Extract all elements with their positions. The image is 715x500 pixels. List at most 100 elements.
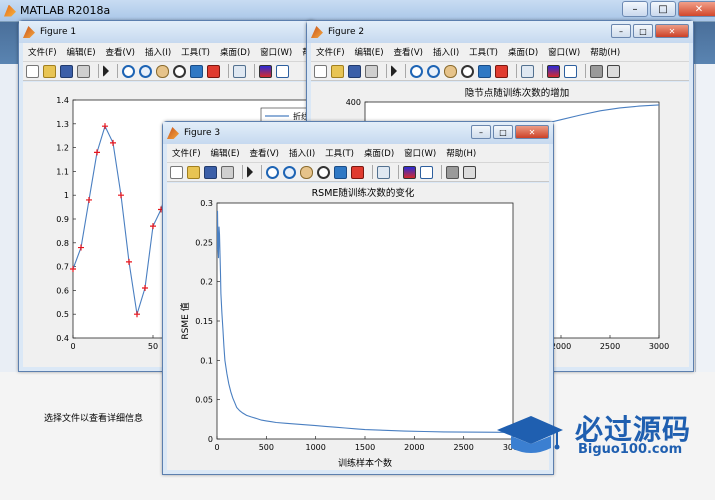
print-icon[interactable] — [221, 165, 234, 179]
watermark-subtext: Biguo100.com — [578, 442, 683, 457]
link-plot-icon[interactable] — [521, 64, 534, 78]
y-tick-label: 1.2 — [56, 144, 69, 153]
y-tick-label: 0.2 — [200, 278, 213, 287]
figure2-close-button[interactable]: ✕ — [655, 24, 689, 38]
menu-help[interactable]: 帮助(H) — [585, 46, 625, 58]
figure3-window-controls: – □ ✕ — [469, 125, 549, 139]
menu-insert[interactable]: 插入(I) — [428, 46, 464, 58]
menu-tools[interactable]: 工具(T) — [464, 46, 503, 58]
zoom-in-icon[interactable] — [410, 64, 423, 78]
save-icon[interactable] — [204, 165, 217, 179]
print-icon[interactable] — [77, 64, 90, 78]
new-figure-icon[interactable] — [170, 165, 183, 179]
matlab-maximize-button[interactable]: □ — [650, 1, 676, 17]
edit-plot-arrow-icon[interactable] — [391, 65, 397, 77]
figure1-toolbar — [23, 61, 311, 81]
figure2-menubar: 文件(F) 编辑(E) 查看(V) 插入(I) 工具(T) 桌面(D) 窗口(W… — [311, 43, 689, 61]
figure3-title: Figure 3 — [184, 128, 221, 138]
figure3-toolbar — [167, 162, 549, 182]
save-icon[interactable] — [348, 64, 361, 78]
menu-tools[interactable]: 工具(T) — [176, 46, 215, 58]
figure3-ylabel: RSME 值 — [179, 302, 191, 339]
x-tick-label: 1500 — [355, 443, 375, 452]
save-icon[interactable] — [60, 64, 73, 78]
brush-icon[interactable] — [495, 64, 508, 78]
zoom-in-icon[interactable] — [266, 165, 279, 179]
menu-file[interactable]: 文件(F) — [311, 46, 350, 58]
menu-edit[interactable]: 编辑(E) — [62, 46, 101, 58]
link-plot-icon[interactable] — [377, 165, 390, 179]
brush-icon[interactable] — [207, 64, 220, 78]
rotate-3d-icon[interactable] — [317, 165, 330, 179]
link-plot-icon[interactable] — [233, 64, 246, 78]
matlab-titlebar: MATLAB R2018a — [0, 0, 715, 22]
hide-plot-tools-icon[interactable] — [590, 64, 603, 78]
zoom-out-icon[interactable] — [283, 165, 296, 179]
figure3-minimize-button[interactable]: – — [471, 125, 491, 139]
edit-plot-arrow-icon[interactable] — [103, 65, 109, 77]
open-file-icon[interactable] — [187, 165, 200, 179]
menu-insert[interactable]: 插入(I) — [140, 46, 176, 58]
menu-edit[interactable]: 编辑(E) — [350, 46, 389, 58]
insert-colorbar-icon[interactable] — [259, 64, 272, 78]
figure3-maximize-button[interactable]: □ — [493, 125, 513, 139]
pan-hand-icon[interactable] — [300, 165, 313, 179]
figure3-axes — [216, 202, 514, 440]
menu-desktop[interactable]: 桌面(D) — [359, 147, 399, 159]
y-tick-label: 0.25 — [195, 238, 213, 247]
open-file-icon[interactable] — [43, 64, 56, 78]
pan-hand-icon[interactable] — [156, 64, 169, 78]
figure2-minimize-button[interactable]: – — [611, 24, 631, 38]
insert-colorbar-icon[interactable] — [403, 165, 416, 179]
menu-file[interactable]: 文件(F) — [167, 147, 206, 159]
figure3-close-button[interactable]: ✕ — [515, 125, 549, 139]
y-tick-label: 0.4 — [56, 334, 69, 343]
insert-legend-icon[interactable] — [564, 64, 577, 78]
data-cursor-icon[interactable] — [334, 165, 347, 179]
matlab-minimize-button[interactable]: – — [622, 1, 648, 17]
rotate-3d-icon[interactable] — [173, 64, 186, 78]
menu-window[interactable]: 窗口(W) — [543, 46, 585, 58]
figure2-maximize-button[interactable]: □ — [633, 24, 653, 38]
zoom-out-icon[interactable] — [427, 64, 440, 78]
menu-insert[interactable]: 插入(I) — [284, 147, 320, 159]
menu-view[interactable]: 查看(V) — [101, 46, 140, 58]
toolbar-separator — [542, 64, 543, 78]
menu-window[interactable]: 窗口(W) — [399, 147, 441, 159]
zoom-in-icon[interactable] — [122, 64, 135, 78]
menu-desktop[interactable]: 桌面(D) — [215, 46, 255, 58]
menu-view[interactable]: 查看(V) — [245, 147, 284, 159]
menu-edit[interactable]: 编辑(E) — [206, 147, 245, 159]
edit-plot-arrow-icon[interactable] — [247, 166, 253, 178]
insert-legend-icon[interactable] — [420, 165, 433, 179]
print-icon[interactable] — [365, 64, 378, 78]
y-tick-label: 0.8 — [56, 239, 69, 248]
hide-plot-tools-icon[interactable] — [446, 165, 459, 179]
toolbar-separator — [242, 165, 243, 179]
figure1-title: Figure 1 — [40, 27, 77, 37]
matlab-title: MATLAB R2018a — [20, 4, 111, 17]
open-file-icon[interactable] — [331, 64, 344, 78]
rotate-3d-icon[interactable] — [461, 64, 474, 78]
menu-file[interactable]: 文件(F) — [23, 46, 62, 58]
menu-desktop[interactable]: 桌面(D) — [503, 46, 543, 58]
menu-tools[interactable]: 工具(T) — [320, 147, 359, 159]
new-figure-icon[interactable] — [26, 64, 39, 78]
zoom-out-icon[interactable] — [139, 64, 152, 78]
menu-help[interactable]: 帮助(H) — [441, 147, 481, 159]
matlab-close-button[interactable]: ✕ — [678, 1, 715, 17]
data-cursor-icon[interactable] — [190, 64, 203, 78]
menu-view[interactable]: 查看(V) — [389, 46, 428, 58]
pan-hand-icon[interactable] — [444, 64, 457, 78]
data-cursor-icon[interactable] — [478, 64, 491, 78]
y-tick-label: 1.4 — [56, 96, 69, 105]
menu-window[interactable]: 窗口(W) — [255, 46, 297, 58]
show-plot-tools-icon[interactable] — [463, 165, 476, 179]
y-tick-label: 1 — [64, 191, 69, 200]
insert-colorbar-icon[interactable] — [547, 64, 560, 78]
details-info-text: 选择文件以查看详细信息 — [44, 414, 144, 424]
brush-icon[interactable] — [351, 165, 364, 179]
new-figure-icon[interactable] — [314, 64, 327, 78]
insert-legend-icon[interactable] — [276, 64, 289, 78]
show-plot-tools-icon[interactable] — [607, 64, 620, 78]
